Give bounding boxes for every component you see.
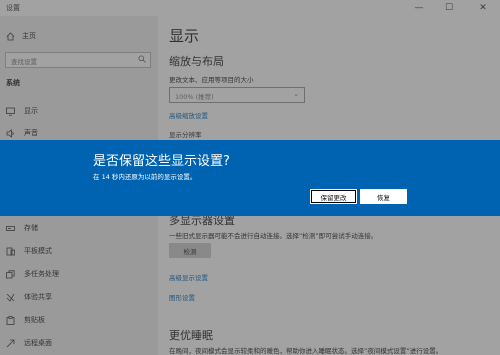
dialog-title: 是否保留这些显示设置? xyxy=(93,154,230,169)
keep-changes-button[interactable]: 保留更改 xyxy=(310,189,357,204)
revert-button[interactable]: 恢复 xyxy=(360,189,407,204)
keep-display-settings-dialog: 是否保留这些显示设置? 在 14 秒内还原为以前的显示设置。 保留更改 恢复 xyxy=(0,140,500,216)
dialog-countdown-message: 在 14 秒内还原为以前的显示设置。 xyxy=(93,173,197,181)
